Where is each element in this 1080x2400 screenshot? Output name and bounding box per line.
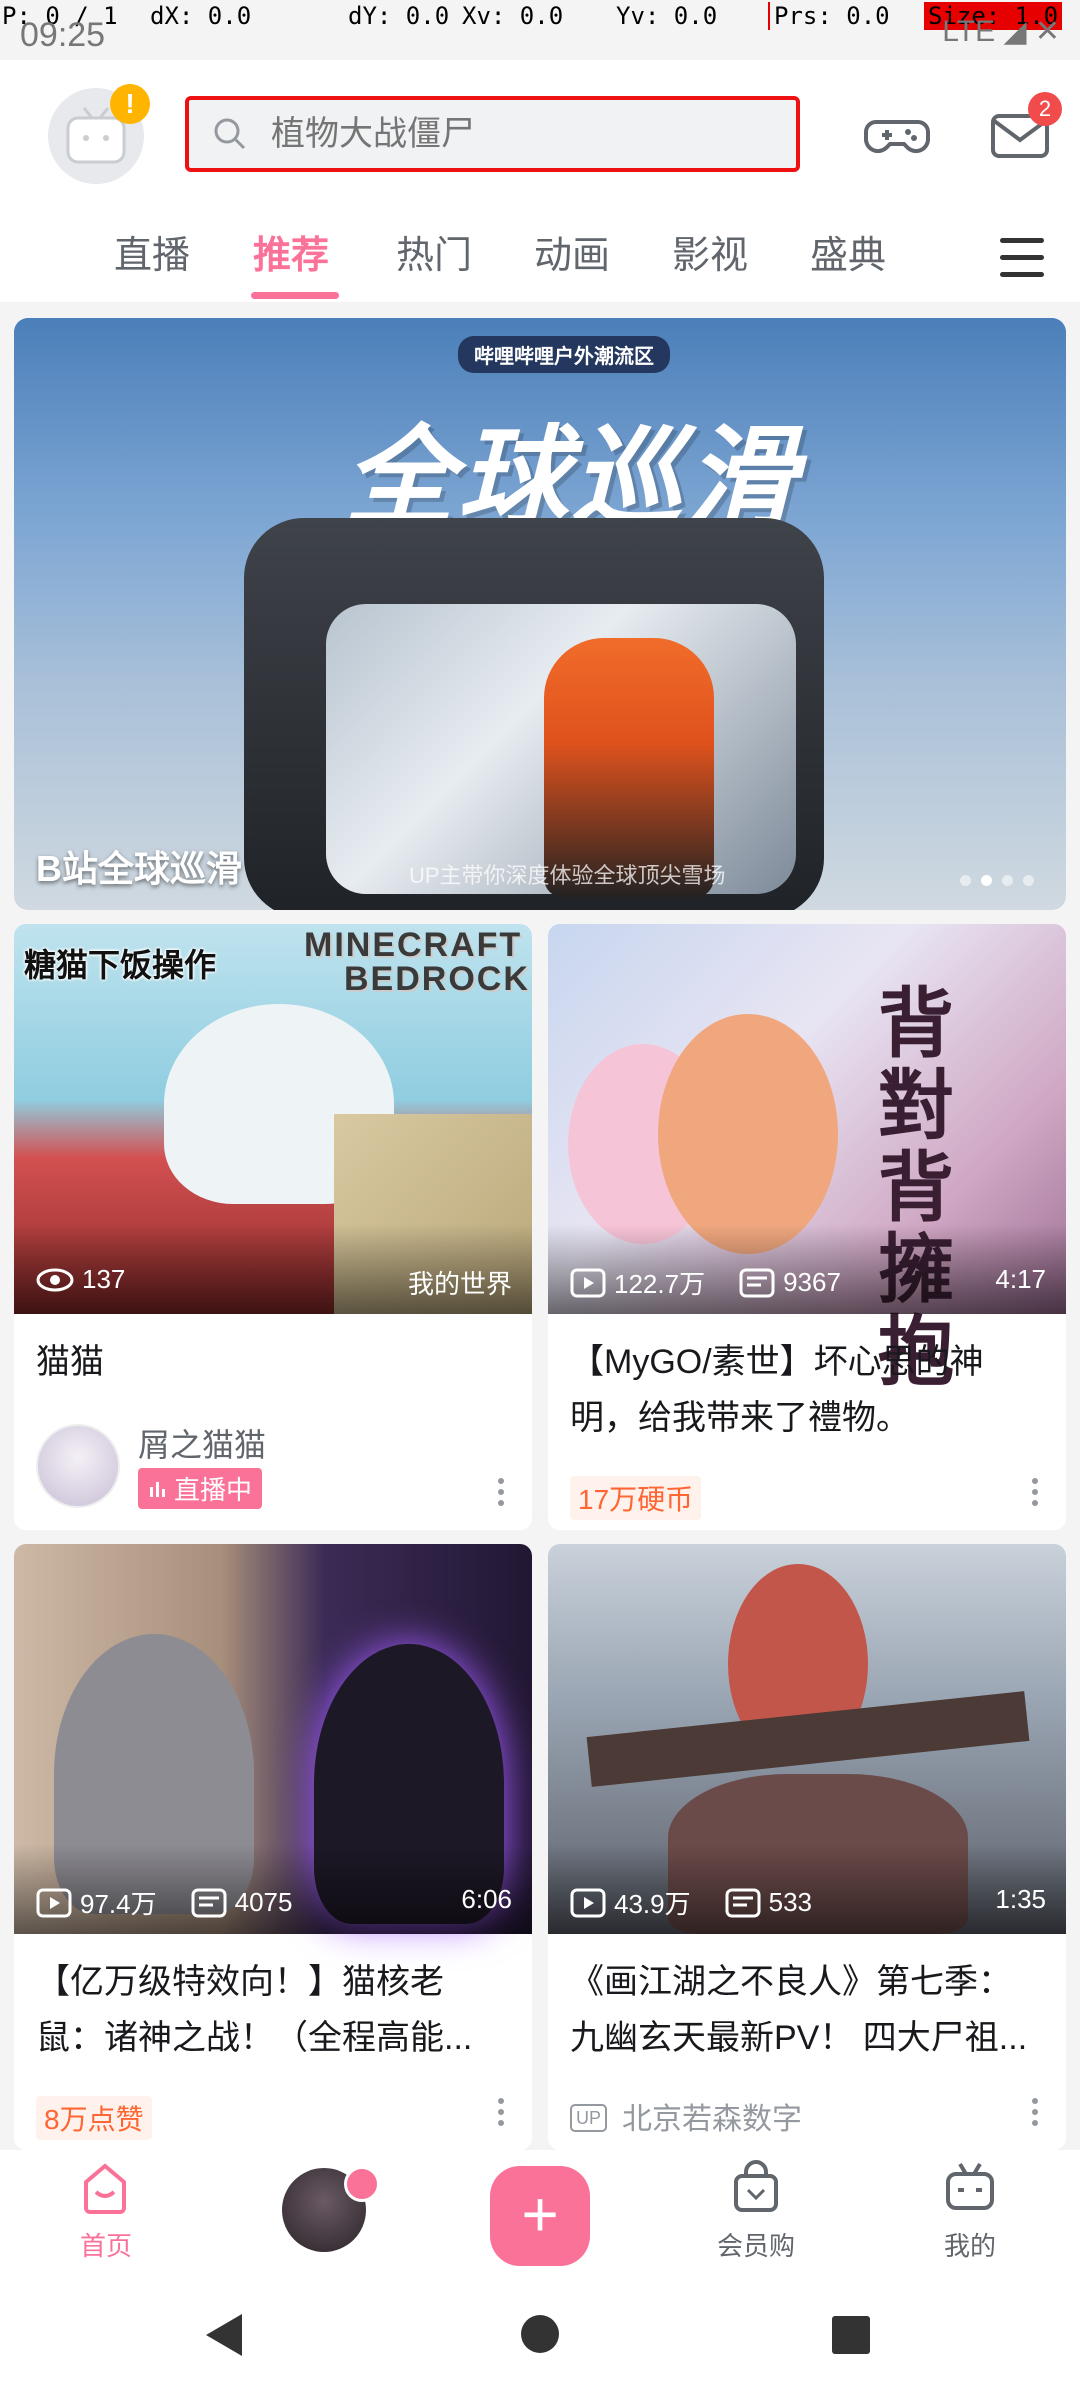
video-duration: 4:17 bbox=[995, 1264, 1046, 1294]
view-count: 137 bbox=[82, 1264, 126, 1294]
play-icon bbox=[36, 1888, 72, 1917]
battery-icon: ✕ bbox=[1034, 15, 1060, 48]
more-options-icon[interactable] bbox=[498, 2098, 504, 2128]
delta-y: dY: 0.0 bbox=[348, 2, 450, 30]
home-button-icon[interactable] bbox=[518, 2312, 562, 2356]
avatar-alert-badge: ! bbox=[110, 84, 150, 124]
app-header: ! 2 bbox=[0, 60, 1080, 210]
shopping-bag-icon[interactable] bbox=[730, 2160, 782, 2216]
search-box[interactable] bbox=[185, 96, 800, 172]
status-time: 09:25 bbox=[20, 16, 106, 54]
coin-tag: 17万硬币 bbox=[570, 1476, 702, 1520]
nav-home-label[interactable]: 首页 bbox=[46, 2226, 166, 2263]
menu-icon[interactable] bbox=[1000, 238, 1044, 278]
danmaku-count: 9367 bbox=[783, 1267, 841, 1297]
search-input[interactable] bbox=[269, 113, 793, 155]
video-card[interactable]: 糖猫下饭操作 MINECRAFT BEDROCK 137 我的世界 猫猫 屑之猫猫… bbox=[14, 924, 532, 1530]
video-duration: 6:06 bbox=[461, 1884, 512, 1914]
author-name[interactable]: 北京若森数字 bbox=[622, 2094, 802, 2138]
video-stats: 137 bbox=[36, 1264, 125, 1295]
recents-icon[interactable] bbox=[830, 2314, 872, 2356]
tab-gala[interactable]: 盛典 bbox=[810, 224, 886, 279]
video-card[interactable]: 背對背擁抱 122.7万 9367 4:17 【MyGO/素世】坏心思的神明，给… bbox=[548, 924, 1066, 1530]
cover-calligraphy: 背對背擁抱 bbox=[878, 982, 954, 1395]
live-badge: 直播中 bbox=[138, 1468, 263, 1509]
author-name[interactable]: 屑之猫猫 bbox=[138, 1420, 266, 1466]
search-icon bbox=[214, 118, 246, 150]
gamepad-icon[interactable] bbox=[862, 100, 932, 170]
banner-brand-tag: 哔哩哔哩户外潮流区 bbox=[458, 336, 670, 373]
system-navigation-bar bbox=[0, 2270, 1080, 2400]
video-stats: 43.9万 533 bbox=[570, 1884, 812, 1921]
danmaku-icon bbox=[739, 1268, 775, 1297]
upload-button[interactable]: + bbox=[490, 2166, 590, 2266]
danmaku-icon bbox=[191, 1888, 227, 1917]
video-title: 【MyGO/素世】坏心思的神明，给我带来了禮物。 bbox=[570, 1343, 984, 1437]
signal-label: LTE bbox=[942, 15, 996, 48]
author-avatar[interactable] bbox=[36, 1424, 120, 1508]
velocity-x: Xv: 0.0 bbox=[462, 2, 564, 30]
eye-icon bbox=[36, 1268, 74, 1291]
view-count: 97.4万 bbox=[80, 1889, 157, 1919]
banner-subtitle: UP主带你深度体验全球顶尖雪场 bbox=[409, 863, 726, 888]
home-icon[interactable] bbox=[80, 2160, 130, 2216]
view-count: 122.7万 bbox=[614, 1269, 706, 1299]
pointer-location-overlay: P: 0 / 1 dX: 0.0 dY: 0.0 Xv: 0.0 Yv: 0.0… bbox=[0, 0, 1080, 34]
tab-recommend[interactable]: 推荐 bbox=[253, 224, 329, 279]
tab-hot[interactable]: 热门 bbox=[396, 224, 472, 279]
tab-anime[interactable]: 动画 bbox=[534, 224, 610, 279]
video-title: 【亿万级特效向！】猫核老鼠：诸神之战！（全程高能... bbox=[36, 1963, 473, 2057]
video-title: 猫猫 bbox=[36, 1343, 104, 1381]
channel-tabs: 直播 推荐 热门 动画 影视 盛典 bbox=[0, 210, 1080, 302]
play-icon bbox=[570, 1268, 606, 1297]
video-stats: 97.4万 4075 bbox=[36, 1884, 292, 1921]
more-options-icon[interactable] bbox=[1032, 2098, 1038, 2128]
back-icon[interactable] bbox=[202, 2312, 246, 2358]
video-duration: 1:35 bbox=[995, 1884, 1046, 1914]
more-options-icon[interactable] bbox=[1032, 1478, 1038, 1508]
signal-icon: ◢ bbox=[1003, 15, 1027, 48]
banner-carousel[interactable]: 哔哩哔哩户外潮流区 全球巡滑 UP主带你深度体验全球顶尖雪场 B站全球巡滑 bbox=[14, 318, 1066, 910]
minecraft-logo: MINECRAFT BEDROCK bbox=[304, 926, 530, 998]
velocity-y: Yv: 0.0 bbox=[616, 2, 718, 30]
tab-movies[interactable]: 影视 bbox=[672, 224, 748, 279]
danmaku-icon bbox=[725, 1888, 761, 1917]
play-icon bbox=[570, 1888, 606, 1917]
danmaku-count: 4075 bbox=[234, 1887, 293, 1917]
banner-title: B站全球巡滑 bbox=[36, 848, 242, 889]
danmaku-count: 533 bbox=[768, 1887, 812, 1917]
video-title: 《画江湖之不良人》第七季：九幽玄天最新PV！ 四大尸祖... bbox=[570, 1963, 1028, 2057]
video-card[interactable]: 97.4万 4075 6:06 【亿万级特效向！】猫核老鼠：诸神之战！（全程高能… bbox=[14, 1544, 532, 2150]
carousel-dots bbox=[960, 873, 1044, 891]
video-stats: 122.7万 9367 bbox=[570, 1264, 841, 1301]
pressure: Prs: 0.0 bbox=[768, 2, 890, 30]
up-badge: UP bbox=[570, 2104, 608, 2132]
view-count: 43.9万 bbox=[614, 1889, 691, 1919]
bottom-navigation: 首页 + 会员购 我的 bbox=[0, 2150, 1080, 2270]
nav-mine-label[interactable]: 我的 bbox=[910, 2226, 1030, 2263]
status-icons: LTE ◢ ✕ bbox=[942, 14, 1060, 49]
live-bars-icon bbox=[150, 1481, 165, 1497]
active-tab-indicator bbox=[251, 292, 339, 299]
tv-icon[interactable] bbox=[944, 2160, 996, 2216]
video-card[interactable]: 43.9万 533 1:35 《画江湖之不良人》第七季：九幽玄天最新PV！ 四大… bbox=[548, 1544, 1066, 2150]
like-tag: 8万点赞 bbox=[36, 2096, 152, 2140]
nav-vip-label[interactable]: 会员购 bbox=[696, 2226, 816, 2263]
more-options-icon[interactable] bbox=[498, 1478, 504, 1508]
tab-live[interactable]: 直播 bbox=[114, 224, 190, 279]
delta-x: dX: 0.0 bbox=[150, 2, 252, 30]
video-category: 我的世界 bbox=[407, 1269, 512, 1299]
thumbnail-overlay-text: 糖猫下饭操作 bbox=[24, 947, 217, 983]
live-indicator-icon bbox=[344, 2166, 380, 2202]
message-count-badge: 2 bbox=[1028, 92, 1062, 126]
